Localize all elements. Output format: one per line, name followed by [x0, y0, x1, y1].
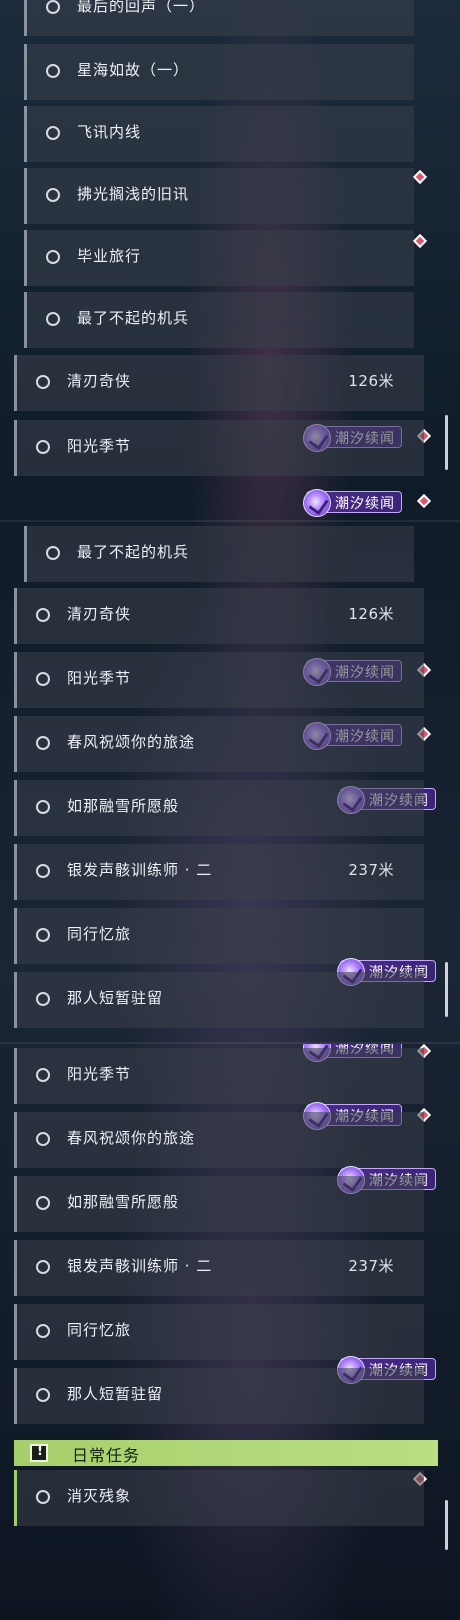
quest-circle-icon: [36, 1260, 50, 1274]
quest-circle-icon: [46, 126, 60, 140]
quest-distance: 237米: [348, 861, 394, 879]
quest-title: 那人短暂驻留: [67, 989, 164, 1007]
quest-circle-icon: [36, 736, 50, 750]
quest-circle-icon: [36, 608, 50, 622]
tracking-diamond-icon: [412, 233, 428, 249]
quest-list-panel-3: 潮汐续闻 阳光季节 潮汐续闻 春风祝颂你的旅途 潮汐续闻 如那融雪所愿般 银发声…: [0, 1044, 460, 1620]
quest-title: 消灭残象: [67, 1487, 132, 1505]
quest-title: 星海如故（一）: [77, 61, 190, 79]
quest-circle-icon: [46, 64, 60, 78]
daily-quest-header[interactable]: ! 日常任务: [14, 1440, 438, 1466]
scrollbar[interactable]: [445, 1500, 448, 1550]
quest-row[interactable]: 清刃奇侠 126米: [14, 355, 424, 411]
quest-list-panel-2: 最了不起的机兵 清刃奇侠 126米 潮汐续闻 阳光季节 潮汐续闻 春风祝颂你的旅…: [0, 522, 460, 1042]
quest-circle-icon: [36, 440, 50, 454]
quest-row[interactable]: 春风祝颂你的旅途: [14, 716, 424, 772]
quest-title: 如那融雪所愿般: [67, 797, 180, 815]
quest-circle-icon: [46, 188, 60, 202]
quest-circle-icon: [36, 375, 50, 389]
quest-title: 阳光季节: [67, 1065, 132, 1083]
quest-title: 阳光季节: [67, 437, 132, 455]
quest-title: 毕业旅行: [77, 247, 142, 265]
quest-circle-icon: [36, 992, 50, 1006]
tide-event-badge: 潮汐续闻: [303, 489, 402, 517]
quest-title: 同行忆旅: [67, 1321, 132, 1339]
quest-circle-icon: [46, 0, 60, 14]
quest-distance: 237米: [348, 1257, 394, 1275]
quest-row[interactable]: 银发声骸训练师 · 二 237米: [14, 1240, 424, 1296]
quest-title: 同行忆旅: [67, 925, 132, 943]
quest-row[interactable]: 那人短暂驻留: [14, 972, 424, 1028]
quest-row[interactable]: 毕业旅行: [24, 230, 414, 286]
quest-circle-icon: [36, 1388, 50, 1402]
daily-quest-title: 日常任务: [72, 1446, 141, 1465]
quest-circle-icon: [36, 864, 50, 878]
scrollbar[interactable]: [445, 415, 448, 470]
quest-title: 飞讯内线: [77, 123, 142, 141]
badge-label: 潮汐续闻: [335, 496, 395, 512]
quest-row[interactable]: 清刃奇侠 126米: [14, 588, 424, 644]
scrollbar[interactable]: [445, 962, 448, 1017]
quest-circle-icon: [36, 1196, 50, 1210]
quest-title: 最后的回声（一）: [77, 0, 206, 15]
quest-circle-icon: [36, 672, 50, 686]
quest-title: 春风祝颂你的旅途: [67, 733, 196, 751]
quest-title: 那人短暂驻留: [67, 1385, 164, 1403]
exclamation-icon: !: [30, 1444, 48, 1462]
quest-row[interactable]: 阳光季节: [14, 420, 424, 476]
quest-title: 拂光搁浅的旧讯: [77, 185, 190, 203]
quest-distance: 126米: [348, 372, 394, 390]
quest-row[interactable]: 消灭残象: [14, 1470, 424, 1526]
quest-circle-icon: [36, 1490, 50, 1504]
quest-circle-icon: [46, 250, 60, 264]
quest-row[interactable]: 那人短暂驻留: [14, 1368, 424, 1424]
quest-row[interactable]: 银发声骸训练师 · 二 237米: [14, 844, 424, 900]
quest-circle-icon: [36, 1132, 50, 1146]
quest-row[interactable]: 春风祝颂你的旅途: [14, 1112, 424, 1168]
quest-title: 最了不起的机兵: [77, 543, 190, 561]
quest-title: 银发声骸训练师 · 二: [67, 1257, 213, 1275]
tracking-diamond-icon: [416, 493, 432, 509]
tide-emblem-icon: [303, 489, 331, 517]
quest-circle-icon: [36, 800, 50, 814]
quest-row[interactable]: 拂光搁浅的旧讯: [24, 168, 414, 224]
quest-title: 银发声骸训练师 · 二: [67, 861, 213, 879]
quest-row[interactable]: 如那融雪所愿般: [14, 1176, 424, 1232]
quest-distance: 126米: [348, 605, 394, 623]
quest-row[interactable]: 最了不起的机兵: [24, 526, 414, 582]
quest-title: 最了不起的机兵: [77, 309, 190, 327]
tracking-diamond-icon: [412, 169, 428, 185]
quest-circle-icon: [36, 1068, 50, 1082]
quest-circle-icon: [36, 928, 50, 942]
quest-row[interactable]: 最后的回声（一）: [24, 0, 414, 36]
quest-circle-icon: [46, 312, 60, 326]
quest-title: 阳光季节: [67, 669, 132, 687]
quest-row[interactable]: 星海如故（一）: [24, 44, 414, 100]
quest-row[interactable]: 最了不起的机兵: [24, 292, 414, 348]
quest-title: 清刃奇侠: [67, 372, 132, 390]
quest-list-panel-1: 最后的回声（一） 星海如故（一） 飞讯内线 拂光搁浅的旧讯 毕业旅行 最了不起的…: [0, 0, 460, 520]
quest-row[interactable]: 如那融雪所愿般: [14, 780, 424, 836]
quest-row[interactable]: 同行忆旅: [14, 1304, 424, 1360]
quest-row[interactable]: 阳光季节: [14, 1048, 424, 1104]
quest-title: 如那融雪所愿般: [67, 1193, 180, 1211]
quest-title: 春风祝颂你的旅途: [67, 1129, 196, 1147]
quest-row[interactable]: 阳光季节: [14, 652, 424, 708]
quest-title: 清刃奇侠: [67, 605, 132, 623]
quest-circle-icon: [36, 1324, 50, 1338]
quest-circle-icon: [46, 546, 60, 560]
quest-row[interactable]: 同行忆旅: [14, 908, 424, 964]
quest-row[interactable]: 飞讯内线: [24, 106, 414, 162]
